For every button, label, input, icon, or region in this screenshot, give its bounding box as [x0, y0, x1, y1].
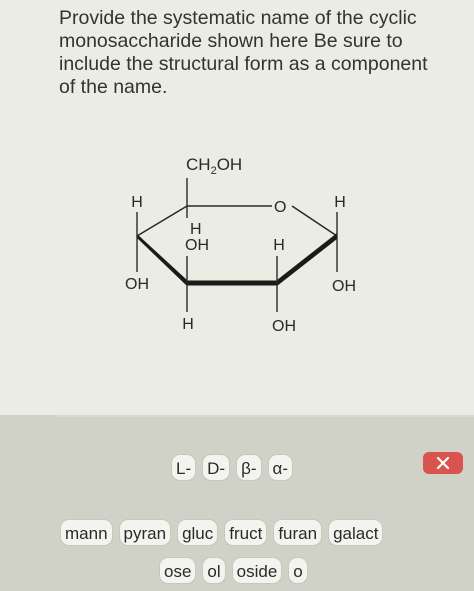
label-c3-oh-down: OH: [272, 318, 296, 335]
label-c2-oh: OH: [332, 278, 356, 295]
chip-gluc[interactable]: gluc: [177, 519, 219, 546]
label-c1-h: H: [131, 194, 143, 211]
chip-ose[interactable]: ose: [159, 557, 197, 584]
chip-L[interactable]: L-: [171, 454, 197, 481]
ring-bond-left-back: [136, 205, 188, 237]
chip-D[interactable]: D-: [202, 454, 231, 481]
label-c4-h-down: H: [182, 316, 194, 333]
chip-row-suffixes: ose ol oside o: [159, 557, 308, 584]
chip-furan[interactable]: furan: [273, 519, 323, 546]
ring-bond-right-front: [277, 233, 337, 286]
chip-ol[interactable]: ol: [202, 557, 226, 584]
clear-answer-button[interactable]: [423, 452, 463, 474]
chip-row-stems: mann pyran gluc fruct furan galact: [60, 519, 384, 546]
chip-row-stereo: L- D- β- α-: [171, 454, 294, 481]
chip-alpha[interactable]: α-: [267, 454, 294, 481]
ring-bond-top-right: [291, 205, 338, 237]
label-c5-h: H: [190, 221, 202, 238]
chip-fruct[interactable]: fruct: [224, 519, 268, 546]
chip-o[interactable]: o: [288, 557, 308, 584]
chip-galact[interactable]: galact: [328, 519, 384, 546]
label-c2-h: H: [334, 194, 346, 211]
chip-beta[interactable]: β-: [236, 454, 262, 481]
label-ch2oh: CH2OH: [186, 155, 242, 177]
label-c1-oh: OH: [125, 276, 149, 293]
haworth-structure: CH2OH O H H OH H H OH OH H OH: [125, 155, 356, 335]
clear-x-icon: [436, 457, 450, 469]
chip-oside[interactable]: oside: [231, 557, 283, 584]
label-c3-h-up: H: [273, 237, 285, 254]
chip-pyran[interactable]: pyran: [118, 519, 172, 546]
panel-divider: [56, 415, 474, 417]
label-ring-oxygen: O: [274, 199, 286, 216]
chip-mann[interactable]: mann: [60, 519, 113, 546]
label-c4-oh-up: OH: [185, 237, 209, 254]
